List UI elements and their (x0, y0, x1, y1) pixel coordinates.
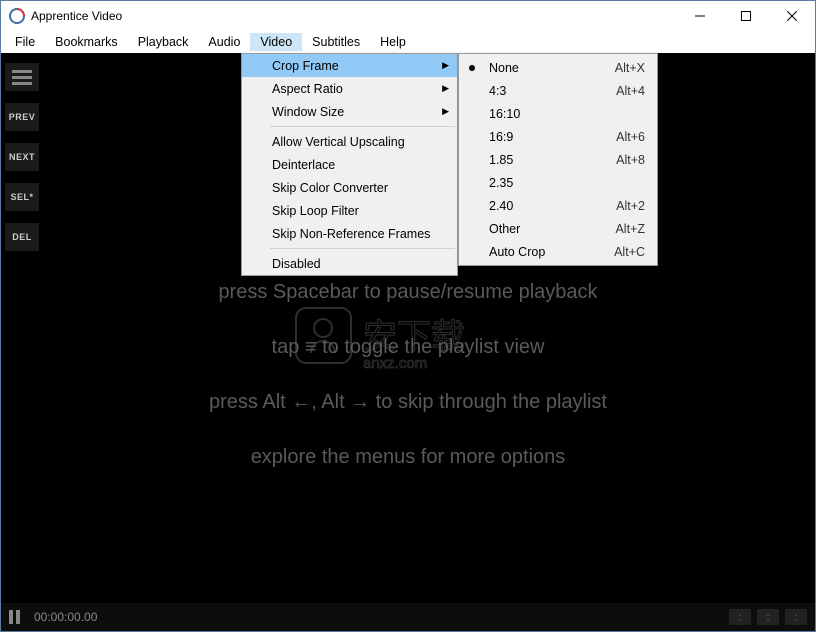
bottom-bar: 00:00:00.00 ::: (1, 603, 815, 631)
crop-option-other[interactable]: OtherAlt+Z (459, 217, 657, 240)
selected-bullet-icon (469, 65, 475, 71)
crop-frame-submenu: NoneAlt+X4:3Alt+416:1016:9Alt+61.85Alt+8… (458, 53, 658, 266)
menu-item-disabled[interactable]: Disabled (242, 252, 457, 275)
window-controls (677, 1, 815, 31)
status-slot: : (757, 609, 779, 625)
crop-option-label: 1.85 (489, 153, 616, 167)
status-slot: : (785, 609, 807, 625)
crop-option-4-3[interactable]: 4:3Alt+4 (459, 79, 657, 102)
hint-line: press Alt ←, Alt → to skip through the p… (209, 391, 607, 414)
window-title: Apprentice Video (31, 9, 677, 23)
crop-option-label: 16:10 (489, 107, 645, 121)
accelerator-text: Alt+4 (616, 84, 645, 98)
crop-option-label: 2.35 (489, 176, 645, 190)
menu-subtitles[interactable]: Subtitles (302, 33, 370, 51)
accelerator-text: Alt+X (615, 61, 645, 75)
accelerator-text: Alt+6 (616, 130, 645, 144)
crop-option-2-35[interactable]: 2.35 (459, 171, 657, 194)
prev-button[interactable]: PREV (5, 103, 39, 131)
crop-option-16-10[interactable]: 16:10 (459, 102, 657, 125)
accelerator-text: Alt+8 (616, 153, 645, 167)
sel-button[interactable]: SEL* (5, 183, 39, 211)
menu-video[interactable]: Video (250, 33, 302, 51)
video-area: PREV NEXT SEL* DEL 安下载 anxz.com press Sp… (1, 53, 815, 631)
menu-item-skip-color-converter[interactable]: Skip Color Converter (242, 176, 457, 199)
timecode: 00:00:00.00 (34, 610, 97, 624)
menu-playback[interactable]: Playback (128, 33, 199, 51)
pause-icon[interactable] (9, 610, 20, 624)
close-button[interactable] (769, 1, 815, 31)
submenu-arrow-icon: ▶ (442, 83, 449, 94)
menu-item-skip-non-reference-frames[interactable]: Skip Non-Reference Frames (242, 222, 457, 245)
menu-item-aspect-ratio[interactable]: Aspect Ratio▶ (242, 77, 457, 100)
crop-option-label: 4:3 (489, 84, 616, 98)
menu-bar: FileBookmarksPlaybackAudioVideoSubtitles… (1, 31, 815, 53)
menu-item-allow-vertical-upscaling[interactable]: Allow Vertical Upscaling (242, 130, 457, 153)
del-button[interactable]: DEL (5, 223, 39, 251)
menu-bookmarks[interactable]: Bookmarks (45, 33, 128, 51)
video-menu-dropdown: Crop Frame▶Aspect Ratio▶Window Size▶ Allo… (241, 53, 458, 276)
app-icon (9, 8, 25, 24)
menu-file[interactable]: File (5, 33, 45, 51)
next-button[interactable]: NEXT (5, 143, 39, 171)
crop-option-2-40[interactable]: 2.40Alt+2 (459, 194, 657, 217)
crop-option-label: Auto Crop (489, 245, 614, 259)
hint-line: press Spacebar to pause/resume playback (218, 281, 597, 304)
accelerator-text: Alt+C (614, 245, 645, 259)
hamburger-button[interactable] (5, 63, 39, 91)
submenu-arrow-icon: ▶ (442, 60, 449, 71)
crop-option-1-85[interactable]: 1.85Alt+8 (459, 148, 657, 171)
hint-line: tap ≡ to toggle the playlist view (272, 336, 545, 359)
title-bar: Apprentice Video (1, 1, 815, 31)
crop-option-label: Other (489, 222, 615, 236)
crop-option-16-9[interactable]: 16:9Alt+6 (459, 125, 657, 148)
crop-option-none[interactable]: NoneAlt+X (459, 56, 657, 79)
menu-help[interactable]: Help (370, 33, 416, 51)
status-slot: : (729, 609, 751, 625)
menu-audio[interactable]: Audio (198, 33, 250, 51)
menu-item-crop-frame[interactable]: Crop Frame▶ (242, 54, 457, 77)
submenu-arrow-icon: ▶ (442, 106, 449, 117)
accelerator-text: Alt+Z (615, 222, 645, 236)
minimize-button[interactable] (677, 1, 723, 31)
hint-text-group: press Spacebar to pause/resume playback t… (1, 281, 815, 469)
hint-line: explore the menus for more options (251, 446, 566, 469)
crop-option-label: None (489, 61, 615, 75)
menu-item-window-size[interactable]: Window Size▶ (242, 100, 457, 123)
menu-item-skip-loop-filter[interactable]: Skip Loop Filter (242, 199, 457, 222)
crop-option-auto-crop[interactable]: Auto CropAlt+C (459, 240, 657, 263)
menu-item-deinterlace[interactable]: Deinterlace (242, 153, 457, 176)
sidebar: PREV NEXT SEL* DEL (5, 63, 39, 251)
right-slots: ::: (729, 609, 807, 625)
accelerator-text: Alt+2 (616, 199, 645, 213)
crop-option-label: 16:9 (489, 130, 616, 144)
maximize-button[interactable] (723, 1, 769, 31)
crop-option-label: 2.40 (489, 199, 616, 213)
